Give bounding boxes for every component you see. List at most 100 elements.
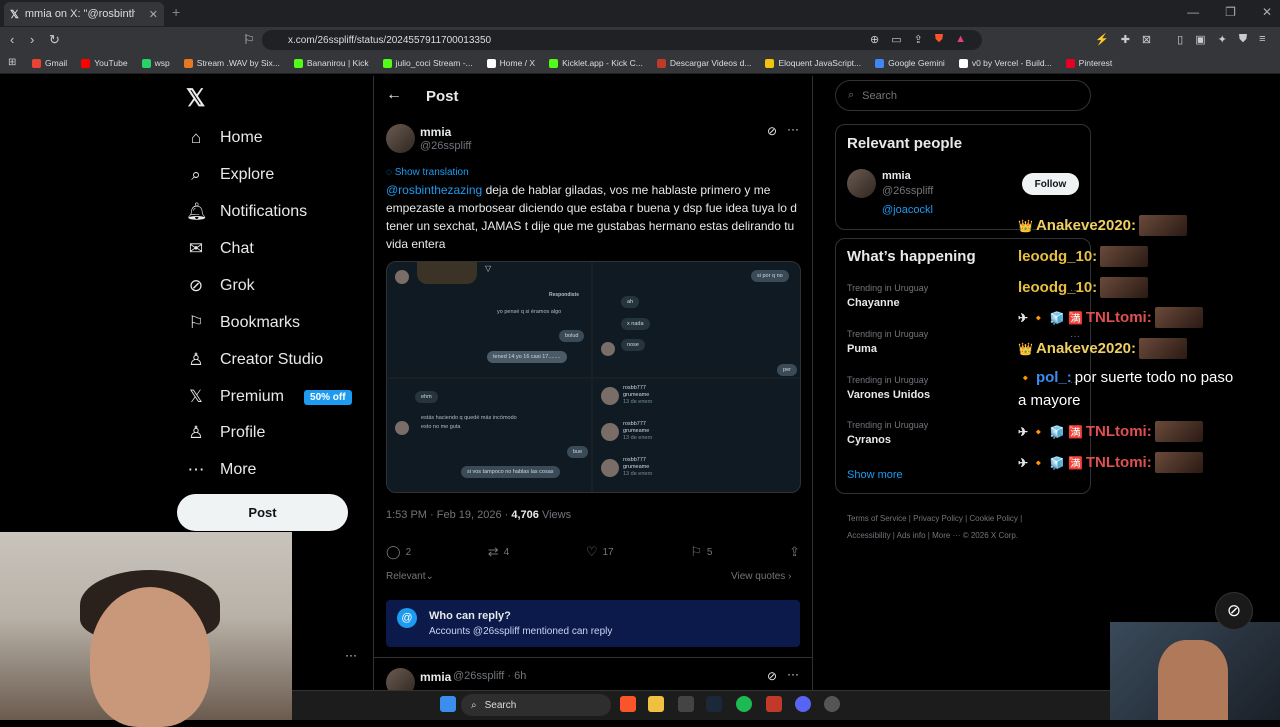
- nav-item-more[interactable]: ⋯ More: [186, 460, 257, 480]
- bookmark-item[interactable]: Kicklet.app - Kick C...: [549, 58, 643, 68]
- bookmark-favicon-icon: [765, 58, 775, 68]
- terminal-icon[interactable]: [678, 696, 694, 712]
- close-tab-icon[interactable]: ✕: [149, 8, 158, 21]
- trend-item[interactable]: Cyranos: [847, 434, 891, 446]
- x-logo-icon[interactable]: 𝕏: [186, 84, 205, 113]
- search-input[interactable]: ⌕ Search: [835, 80, 1091, 111]
- share-button[interactable]: ⇪: [789, 544, 800, 560]
- bookmark-item[interactable]: YouTube: [81, 58, 128, 68]
- taskbar-search[interactable]: ⌕ Search: [461, 694, 611, 716]
- relevant-bio-link[interactable]: @joacockl: [882, 204, 933, 216]
- grok-floating-button[interactable]: ⊘: [1215, 592, 1253, 630]
- bookmark-item[interactable]: Eloquent JavaScript...: [765, 58, 861, 68]
- nav-item-bookmarks[interactable]: ⚐ Bookmarks: [186, 313, 300, 333]
- author-name[interactable]: mmia: [420, 125, 451, 139]
- reload-icon[interactable]: ↻: [49, 32, 60, 48]
- more-options-icon[interactable]: ···: [787, 122, 799, 136]
- nav-item-chat[interactable]: ✉ Chat: [186, 239, 254, 259]
- relevant-name[interactable]: mmia: [882, 170, 911, 182]
- bookmark-button[interactable]: ⚐ 5: [690, 544, 712, 560]
- leo-icon[interactable]: ✦: [1218, 33, 1227, 46]
- spotify-icon[interactable]: [736, 696, 752, 712]
- brave-shield-icon[interactable]: ⛊: [935, 33, 943, 46]
- author-handle[interactable]: @26sspliff: [420, 140, 471, 152]
- media-image-1[interactable]: ▽ Respondiste yo pensé q si éramos algo …: [387, 262, 591, 377]
- reply-button[interactable]: ◯ 2: [386, 544, 411, 560]
- brave-icon[interactable]: [620, 696, 636, 712]
- footer-line[interactable]: Terms of Service | Privacy Policy | Cook…: [847, 510, 1077, 527]
- back-arrow-icon[interactable]: ←: [386, 86, 402, 104]
- show-more-link[interactable]: Show more: [847, 469, 903, 481]
- reply-author-handle[interactable]: @26sspliff · 6h: [453, 670, 526, 682]
- brave-rewards-icon[interactable]: ▲: [955, 33, 966, 46]
- bookmark-item[interactable]: Bananirou | Kick: [293, 58, 369, 68]
- discord-icon[interactable]: [795, 696, 811, 712]
- account-more-icon[interactable]: ···: [345, 648, 357, 662]
- bookmark-item[interactable]: Gmail: [32, 58, 67, 68]
- author-avatar[interactable]: [386, 124, 415, 153]
- footer-line[interactable]: Accessibility | Ads info | More ··· © 20…: [847, 527, 1077, 544]
- back-icon[interactable]: ‹: [10, 32, 14, 47]
- grok-icon[interactable]: ⊘: [767, 669, 777, 683]
- browser-tab[interactable]: 𝕏 mmia on X: "@rosbinthezazing d ✕: [4, 2, 164, 26]
- app-icon[interactable]: [766, 696, 782, 712]
- nav-item-home[interactable]: ⌂ Home: [186, 128, 263, 148]
- steam-icon[interactable]: [706, 696, 722, 712]
- reply-author-name[interactable]: mmia: [420, 670, 451, 684]
- obs-icon[interactable]: [824, 696, 840, 712]
- mention-link[interactable]: @rosbinthezazing: [386, 183, 482, 197]
- trend-item[interactable]: Varones Unidos: [847, 389, 930, 401]
- media-image-4[interactable]: rosbb777 grumeame 13 de enero rosbb777 grum…: [593, 379, 800, 492]
- trend-item[interactable]: Puma: [847, 343, 877, 355]
- bookmark-item[interactable]: Descargar Videos d...: [656, 58, 751, 68]
- grok-icon[interactable]: ⊘: [767, 124, 777, 138]
- close-window-icon[interactable]: ✕: [1262, 5, 1272, 19]
- bookmark-item[interactable]: Stream .WAV by Six...: [183, 58, 280, 68]
- bookmark-item[interactable]: wsp: [141, 58, 170, 68]
- tweet-media[interactable]: ▽ Respondiste yo pensé q si éramos algo …: [386, 261, 801, 493]
- post-time[interactable]: 1:53 PM · Feb 19, 2026 ·: [386, 509, 511, 521]
- sort-relevant-dropdown[interactable]: Relevant⌄: [386, 571, 434, 582]
- bookmark-item[interactable]: Home / X: [486, 58, 535, 68]
- apps-grid-icon[interactable]: ⊞: [8, 57, 16, 68]
- bookmark-item[interactable]: Google Gemini: [875, 58, 945, 68]
- show-translation-link[interactable]: ◌ Show translation: [386, 167, 469, 178]
- maximize-icon[interactable]: ❐: [1225, 5, 1236, 19]
- file-explorer-icon[interactable]: [648, 696, 664, 712]
- view-quotes-link[interactable]: View quotes ›: [731, 571, 791, 582]
- bookmark-item[interactable]: Pinterest: [1065, 58, 1112, 68]
- extension-icon[interactable]: ⚡: [1095, 33, 1109, 46]
- vpn-icon[interactable]: ⛊: [1239, 33, 1247, 46]
- forward-icon[interactable]: ›: [30, 32, 34, 47]
- new-tab-icon[interactable]: +: [172, 4, 180, 20]
- nav-item-notifications[interactable]: 🔔︎ Notifications: [186, 202, 307, 222]
- like-button[interactable]: ♡ 17: [586, 544, 614, 560]
- media-image-2[interactable]: si por q no ah x nada nose per: [593, 262, 800, 377]
- bookmark-item[interactable]: v0 by Vercel - Build...: [958, 58, 1052, 68]
- menu-icon[interactable]: ≡: [1259, 33, 1265, 46]
- minimize-icon[interactable]: —: [1187, 5, 1199, 19]
- repost-button[interactable]: ⇄ 4: [488, 544, 509, 560]
- cast-icon[interactable]: ▭: [891, 33, 901, 46]
- zoom-icon[interactable]: ⊕: [870, 33, 879, 46]
- wallet-icon[interactable]: ▣: [1195, 33, 1205, 46]
- follow-button[interactable]: Follow: [1022, 173, 1079, 195]
- nav-item-profile[interactable]: ♙ Profile: [186, 423, 265, 443]
- post-button[interactable]: Post: [177, 494, 348, 531]
- nav-item-grok[interactable]: ⊘ Grok: [186, 276, 255, 296]
- relevant-handle[interactable]: @26sspliff: [882, 185, 933, 197]
- nav-item-explore[interactable]: ⌕ Explore: [186, 165, 274, 185]
- bookmark-star-icon[interactable]: ⚐: [243, 32, 255, 48]
- media-image-3[interactable]: ehm estás haciendo q quedé más incómodo …: [387, 379, 591, 492]
- puzzle-icon[interactable]: ✚: [1121, 33, 1130, 46]
- sidebar-icon[interactable]: ▯: [1177, 33, 1183, 46]
- more-options-icon[interactable]: ···: [787, 667, 799, 681]
- nav-item-premium[interactable]: 𝕏 Premium 50% off: [186, 387, 352, 407]
- windows-start-icon[interactable]: [440, 696, 456, 712]
- trend-item[interactable]: Chayanne: [847, 297, 900, 309]
- share-icon[interactable]: ⇪: [914, 33, 923, 46]
- relevant-avatar[interactable]: [847, 169, 876, 198]
- extension-icon[interactable]: ⊠: [1142, 33, 1151, 46]
- nav-item-creator-studio[interactable]: ♙ Creator Studio: [186, 350, 323, 370]
- bookmark-item[interactable]: julio_coci Stream -...: [382, 58, 473, 68]
